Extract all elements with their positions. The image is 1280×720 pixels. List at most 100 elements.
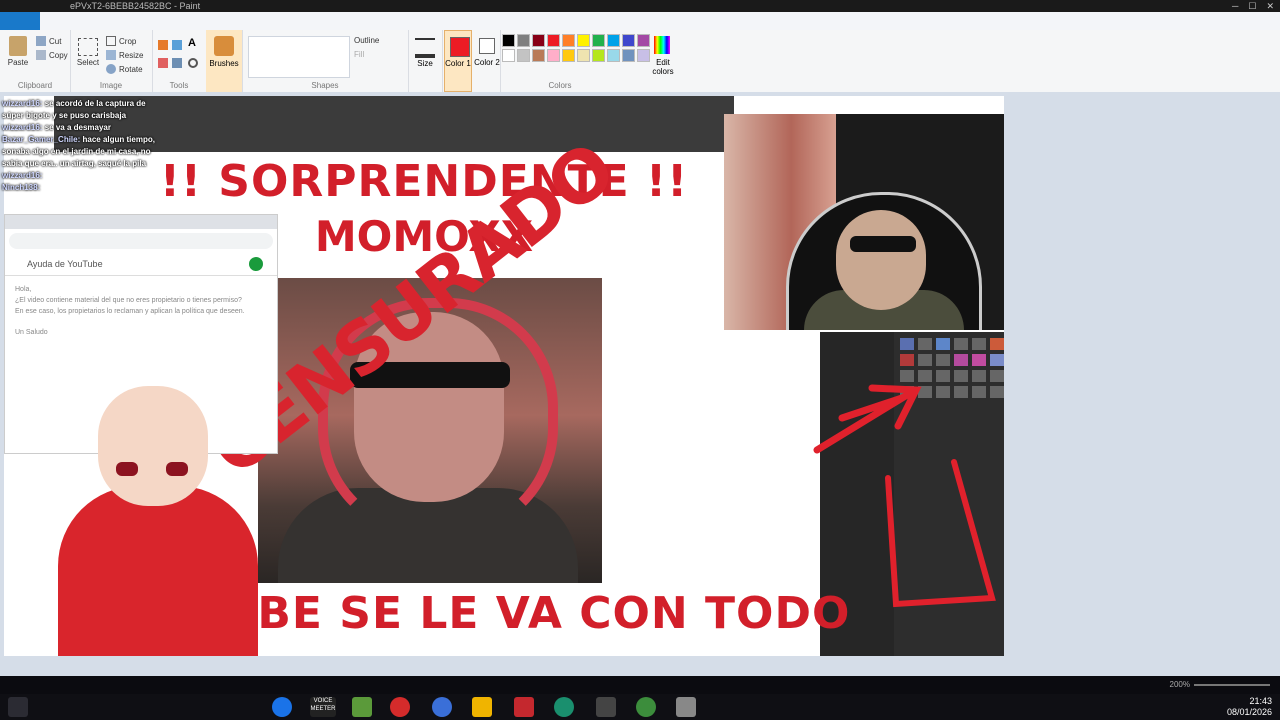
scissors-icon <box>36 36 46 46</box>
palette-swatch[interactable] <box>622 49 635 62</box>
color-picker-icon[interactable] <box>172 58 182 68</box>
vtuber-avatar <box>58 386 278 656</box>
app-icon[interactable] <box>352 697 372 717</box>
edit-colors-label: Edit colors <box>652 58 674 76</box>
palette-swatch[interactable] <box>502 34 515 47</box>
window-title: ePVxT2-6BEBB24582BC - Paint <box>70 1 201 11</box>
tools-group-label: Tools <box>169 81 189 90</box>
select-icon <box>78 38 98 56</box>
palette-swatch[interactable] <box>532 49 545 62</box>
color2-swatch <box>479 38 495 54</box>
shapes-group: Outline Fill Shapes <box>242 30 409 92</box>
system-clock[interactable]: 21:43 08/01/2026 <box>1227 696 1272 718</box>
shapes-gallery[interactable] <box>248 36 350 78</box>
color1-button[interactable]: Color 1 <box>444 30 472 92</box>
edit-colors-button[interactable]: Edit colors <box>648 30 678 92</box>
red-arrow-annotation <box>813 384 922 454</box>
maximize-button[interactable]: ☐ <box>1248 0 1256 12</box>
app-icon[interactable] <box>432 697 452 717</box>
brush-icon <box>214 36 234 56</box>
app-icon[interactable] <box>390 697 410 717</box>
copy-icon <box>36 50 46 60</box>
profile-avatar <box>249 257 263 271</box>
size-label: Size <box>417 59 433 68</box>
ribbon: Paste Cut Copy Clipboard Select Crop Res… <box>0 30 1280 93</box>
pencil-icon[interactable] <box>158 40 168 50</box>
chat-message: wizzard16: <box>2 171 43 180</box>
streamer-face <box>836 210 926 310</box>
image-group: Select Crop Resize Rotate Image <box>70 30 153 92</box>
minimize-button[interactable]: ─ <box>1232 0 1238 12</box>
size-button[interactable]: Size <box>408 30 443 92</box>
palette-swatch[interactable] <box>577 49 590 62</box>
palette-swatch[interactable] <box>577 34 590 47</box>
crop-icon <box>106 36 116 46</box>
app-icon[interactable] <box>272 697 292 717</box>
app-icon[interactable] <box>554 697 574 717</box>
palette-swatch[interactable] <box>562 49 575 62</box>
palette-swatch[interactable] <box>517 34 530 47</box>
eraser-icon[interactable] <box>158 58 168 68</box>
resize-icon <box>106 50 116 60</box>
brushes-label: Brushes <box>209 59 239 68</box>
file-tab[interactable] <box>0 12 40 30</box>
palette-swatch[interactable] <box>502 49 515 62</box>
shapes-group-label: Shapes <box>311 81 339 90</box>
chat-message: wizzard16: se acordó de la captura de sú… <box>2 99 146 120</box>
rotate-button[interactable]: Rotate <box>106 64 143 74</box>
outline-button[interactable]: Outline <box>354 36 379 45</box>
resize-button[interactable]: Resize <box>106 50 143 60</box>
palette-swatch[interactable] <box>562 34 575 47</box>
tools-group: A Tools <box>152 30 207 92</box>
start-icon[interactable] <box>8 697 28 717</box>
red-hoodie <box>58 486 258 656</box>
color2-button[interactable]: Color 2 <box>474 30 501 92</box>
status-bar: 200% <box>0 676 1280 694</box>
magnifier-icon[interactable] <box>188 58 198 68</box>
close-button[interactable]: ✕ <box>1266 0 1274 12</box>
select-button[interactable]: Select <box>76 38 100 67</box>
voicemeeter-icon[interactable]: VOICE MEETER <box>310 697 336 717</box>
chat-message: Bazar_Gamer_Chile: hace algun tiempo, so… <box>2 135 155 168</box>
sunglasses <box>850 236 916 252</box>
color-palette <box>502 34 650 62</box>
rotate-icon <box>106 64 116 74</box>
title-bar: ePVxT2-6BEBB24582BC - Paint ─ ☐ ✕ <box>0 0 1280 12</box>
cut-button[interactable]: Cut <box>36 36 61 46</box>
palette-swatch[interactable] <box>607 49 620 62</box>
zoom-slider[interactable] <box>1194 684 1270 686</box>
chat-message: Ninch138: <box>2 183 41 192</box>
paint-icon[interactable] <box>676 697 696 717</box>
chrome-icon[interactable] <box>636 697 656 717</box>
video-editor-icon[interactable] <box>596 697 616 717</box>
chat-message: wizzard16: se va a desmayar <box>2 123 111 132</box>
color2-label: Color 2 <box>474 58 500 67</box>
colors-group-label: Colors <box>548 81 572 90</box>
clipboard-icon <box>9 36 27 56</box>
ribbon-tabs <box>0 12 1280 31</box>
fill-icon[interactable] <box>172 40 182 50</box>
palette-swatch[interactable] <box>622 34 635 47</box>
app-icon[interactable] <box>514 697 534 717</box>
palette-swatch[interactable] <box>547 49 560 62</box>
color1-swatch <box>450 37 470 57</box>
palette-swatch[interactable] <box>547 34 560 47</box>
copy-button[interactable]: Copy <box>36 50 68 60</box>
fill-button[interactable]: Fill <box>354 50 364 59</box>
webcam-overlay <box>724 114 1004 330</box>
color-wheel-icon <box>654 36 670 54</box>
paste-button[interactable]: Paste <box>6 36 30 67</box>
palette-swatch[interactable] <box>592 49 605 62</box>
palette-swatch[interactable] <box>517 49 530 62</box>
red-highlight-box <box>885 459 996 608</box>
windows-store-icon[interactable] <box>472 697 492 717</box>
color1-label: Color 1 <box>445 59 471 68</box>
palette-swatch[interactable] <box>532 34 545 47</box>
text-icon[interactable]: A <box>188 37 196 49</box>
line-size-icon <box>415 38 435 58</box>
crop-button[interactable]: Crop <box>106 36 136 46</box>
browser-body: Hola, ¿El video contiene material del qu… <box>15 286 245 336</box>
palette-swatch[interactable] <box>592 34 605 47</box>
palette-swatch[interactable] <box>607 34 620 47</box>
brushes-button[interactable]: Brushes <box>206 30 243 92</box>
